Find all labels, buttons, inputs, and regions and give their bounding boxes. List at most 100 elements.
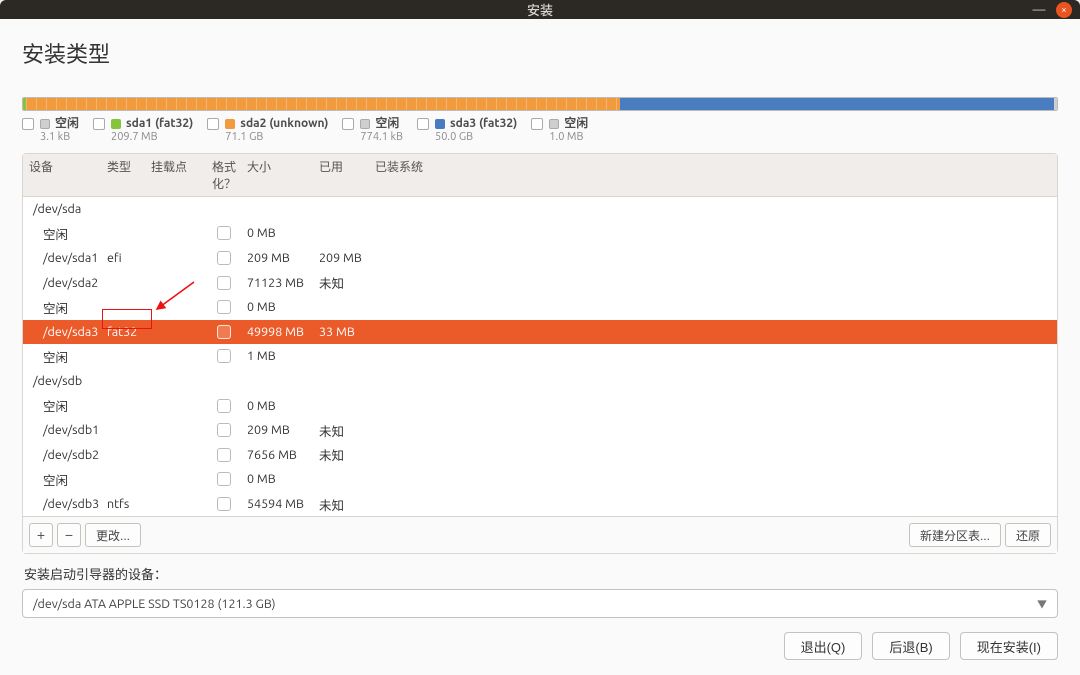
cell-format xyxy=(201,423,247,437)
col-mount[interactable]: 挂载点 xyxy=(151,158,201,192)
footer-buttons: 退出(Q) 后退(B) 现在安装(I) xyxy=(22,618,1058,664)
remove-partition-button[interactable]: − xyxy=(57,523,81,547)
legend-sublabel: 774.1 kB xyxy=(360,131,403,144)
cell-device: 空闲 xyxy=(29,470,107,489)
cell-device: 空闲 xyxy=(29,347,107,366)
legend-label: 空闲 xyxy=(40,117,79,131)
cell-size: 0 MB xyxy=(247,300,319,314)
legend-checkbox[interactable] xyxy=(22,118,34,130)
table-row[interactable]: /dev/sda xyxy=(23,197,1057,222)
legend-item: 空闲 3.1 kB xyxy=(22,117,79,145)
cell-device: /dev/sdb xyxy=(29,374,107,388)
quit-button[interactable]: 退出(Q) xyxy=(784,632,863,660)
cell-device: /dev/sdb1 xyxy=(29,423,107,437)
legend-sublabel: 3.1 kB xyxy=(40,131,79,144)
minimize-button[interactable]: — xyxy=(1032,3,1046,17)
change-button[interactable]: 更改... xyxy=(85,523,141,547)
partition-table: 设备 类型 挂载点 格式化？ 大小 已用 已装系统 /dev/sda 空闲 0 … xyxy=(22,153,1058,555)
cell-size: 1 MB xyxy=(247,349,319,363)
cell-size: 209 MB xyxy=(247,251,319,265)
col-device[interactable]: 设备 xyxy=(29,158,107,192)
legend-swatch xyxy=(360,119,370,129)
new-partition-table-button[interactable]: 新建分区表... xyxy=(909,523,1001,547)
cell-used: 未知 xyxy=(319,495,375,514)
cell-device: /dev/sda2 xyxy=(29,276,107,290)
revert-button[interactable]: 还原 xyxy=(1005,523,1051,547)
legend-sublabel: 71.1 GB xyxy=(225,131,328,144)
col-format[interactable]: 格式化？ xyxy=(201,158,247,192)
legend-label: sda3 (fat32) xyxy=(435,117,517,131)
cell-size: 49998 MB xyxy=(247,325,319,339)
table-row[interactable]: 空闲 0 MB xyxy=(23,393,1057,418)
table-row[interactable]: 空闲 0 MB xyxy=(23,467,1057,492)
legend-checkbox[interactable] xyxy=(93,118,105,130)
table-row[interactable]: /dev/sdb1 209 MB 未知 xyxy=(23,418,1057,443)
cell-size: 0 MB xyxy=(247,226,319,240)
cell-size: 0 MB xyxy=(247,399,319,413)
cell-device: 空闲 xyxy=(29,298,107,317)
table-row[interactable]: 空闲 0 MB xyxy=(23,221,1057,246)
format-checkbox[interactable] xyxy=(217,399,231,413)
table-row[interactable]: 空闲 0 MB xyxy=(23,295,1057,320)
table-header: 设备 类型 挂载点 格式化？ 大小 已用 已装系统 xyxy=(23,154,1057,197)
bootloader-value: /dev/sda ATA APPLE SSD TS0128 (121.3 GB) xyxy=(33,597,276,611)
format-checkbox[interactable] xyxy=(217,251,231,265)
legend-checkbox[interactable] xyxy=(417,118,429,130)
legend-checkbox[interactable] xyxy=(531,118,543,130)
disk-usage-bar xyxy=(22,97,1058,111)
table-body: /dev/sda 空闲 0 MB /dev/sda1 efi 209 MB 20… xyxy=(23,197,1057,517)
format-checkbox[interactable] xyxy=(217,448,231,462)
col-used[interactable]: 已用 xyxy=(319,158,375,192)
cell-format xyxy=(201,300,247,314)
bootloader-select[interactable]: /dev/sda ATA APPLE SSD TS0128 (121.3 GB)… xyxy=(22,589,1058,618)
table-row[interactable]: /dev/sdb xyxy=(23,369,1057,394)
chevron-down-icon: ▼ xyxy=(1037,596,1047,611)
content-area: 安装类型 空闲 3.1 kB sda1 (fat32) 209.7 MB sda… xyxy=(0,19,1080,675)
table-row[interactable]: 空闲 1 MB xyxy=(23,344,1057,369)
cell-device: /dev/sda xyxy=(29,202,107,216)
cell-format xyxy=(201,325,247,339)
format-checkbox[interactable] xyxy=(217,276,231,290)
table-row[interactable]: /dev/sdb2 7656 MB 未知 xyxy=(23,443,1057,468)
legend-swatch xyxy=(435,119,445,129)
back-button[interactable]: 后退(B) xyxy=(872,632,949,660)
col-size[interactable]: 大小 xyxy=(247,158,319,192)
format-checkbox[interactable] xyxy=(217,497,231,511)
col-type[interactable]: 类型 xyxy=(107,158,151,192)
col-system[interactable]: 已装系统 xyxy=(375,158,1051,192)
cell-size: 54594 MB xyxy=(247,497,319,511)
bootloader-label: 安装启动引导器的设备： xyxy=(24,564,1058,583)
close-button[interactable]: × xyxy=(1056,2,1072,18)
format-checkbox[interactable] xyxy=(217,349,231,363)
cell-format xyxy=(201,448,247,462)
legend-swatch xyxy=(549,119,559,129)
install-now-button[interactable]: 现在安装(I) xyxy=(960,632,1058,660)
table-row[interactable]: /dev/sda1 efi 209 MB 209 MB xyxy=(23,246,1057,271)
cell-format xyxy=(201,399,247,413)
cell-device: 空闲 xyxy=(29,396,107,415)
format-checkbox[interactable] xyxy=(217,325,231,339)
cell-size: 0 MB xyxy=(247,472,319,486)
format-checkbox[interactable] xyxy=(217,472,231,486)
cell-used: 33 MB xyxy=(319,325,375,339)
table-row[interactable]: /dev/sda2 71123 MB 未知 xyxy=(23,270,1057,295)
legend-item: sda1 (fat32) 209.7 MB xyxy=(93,117,193,145)
table-row[interactable]: /dev/sda3 fat32 49998 MB 33 MB xyxy=(23,320,1057,345)
legend-label: 空闲 xyxy=(360,117,403,131)
table-row[interactable]: /dev/sdb3 ntfs 54594 MB 未知 xyxy=(23,492,1057,517)
table-footer: + − 更改... 新建分区表... 还原 xyxy=(23,516,1057,553)
legend-checkbox[interactable] xyxy=(342,118,354,130)
format-checkbox[interactable] xyxy=(217,423,231,437)
add-partition-button[interactable]: + xyxy=(29,523,53,547)
legend-checkbox[interactable] xyxy=(207,118,219,130)
format-checkbox[interactable] xyxy=(217,300,231,314)
seg-sda3 xyxy=(620,98,1054,110)
cell-device: /dev/sda1 xyxy=(29,251,107,265)
titlebar: 安装 — × xyxy=(0,0,1080,19)
cell-format xyxy=(201,472,247,486)
format-checkbox[interactable] xyxy=(217,226,231,240)
cell-type: fat32 xyxy=(107,325,151,339)
cell-format xyxy=(201,251,247,265)
cell-device: 空闲 xyxy=(29,224,107,243)
cell-device: /dev/sdb3 xyxy=(29,497,107,511)
